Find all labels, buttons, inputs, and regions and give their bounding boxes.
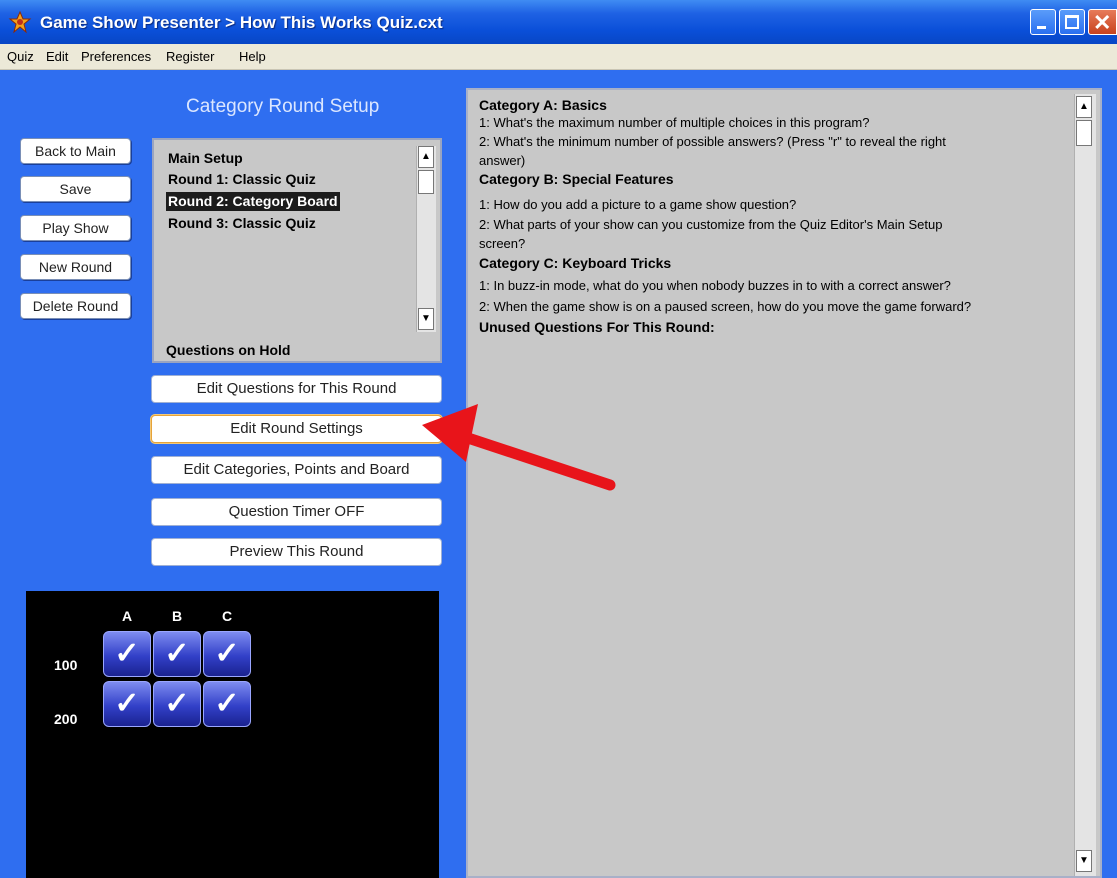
- board-category-b: B: [171, 608, 183, 624]
- save-button[interactable]: Save: [20, 176, 131, 202]
- back-to-main-button[interactable]: Back to Main: [20, 138, 131, 164]
- scroll-down-arrow-icon[interactable]: ▼: [418, 308, 434, 330]
- title-bar: Game Show Presenter > How This Works Qui…: [0, 0, 1117, 44]
- questions-panel[interactable]: Category A: Basics 1: What's the maximum…: [466, 88, 1102, 878]
- board-category-c: C: [221, 608, 233, 624]
- question-line: 2: When the game show is on a paused scr…: [479, 299, 972, 314]
- menu-bar: Quiz Edit Preferences Register Help: [0, 44, 1117, 70]
- app-logo-icon: [8, 10, 32, 34]
- maximize-button[interactable]: [1059, 9, 1085, 35]
- board-tile-check-icon: ✓: [203, 681, 251, 727]
- question-line: 2: What's the minimum number of possible…: [479, 134, 946, 149]
- preview-round-button[interactable]: Preview This Round: [151, 538, 442, 566]
- question-line: 1: How do you add a picture to a game sh…: [479, 197, 797, 212]
- close-icon: ✕: [1093, 10, 1112, 35]
- category-heading: Category A: Basics: [479, 97, 607, 113]
- rounds-list[interactable]: Main Setup Round 1: Classic Quiz Round 2…: [152, 138, 442, 363]
- scroll-up-arrow-icon[interactable]: ▲: [1076, 96, 1092, 118]
- question-line: 2: What parts of your show can you custo…: [479, 217, 943, 232]
- questions-scrollbar[interactable]: ▲ ▼: [1074, 94, 1096, 876]
- menu-help[interactable]: Help: [239, 49, 266, 64]
- board-preview: A B C 100 200 ✓ ✓ ✓ ✓ ✓ ✓: [26, 591, 439, 878]
- round-item-round-1[interactable]: Round 1: Classic Quiz: [166, 170, 318, 189]
- scroll-down-arrow-icon[interactable]: ▼: [1076, 850, 1092, 872]
- play-show-button[interactable]: Play Show: [20, 215, 131, 241]
- board-tile-check-icon: ✓: [103, 681, 151, 727]
- minimize-icon: [1037, 26, 1046, 29]
- round-item-round-3[interactable]: Round 3: Classic Quiz: [166, 214, 318, 233]
- new-round-button[interactable]: New Round: [20, 254, 131, 280]
- edit-round-settings-button[interactable]: Edit Round Settings: [151, 415, 442, 443]
- board-points-200: 200: [54, 711, 78, 727]
- category-heading: Category B: Special Features: [479, 171, 674, 187]
- board-tile-check-icon: ✓: [153, 681, 201, 727]
- board-tile-check-icon: ✓: [103, 631, 151, 677]
- question-line: 1: What's the maximum number of multiple…: [479, 115, 870, 130]
- round-item-main-setup[interactable]: Main Setup: [166, 149, 245, 168]
- question-line: screen?: [479, 236, 526, 251]
- question-line: 1: In buzz-in mode, what do you when nob…: [479, 278, 951, 293]
- menu-edit[interactable]: Edit: [46, 49, 68, 64]
- edit-questions-button[interactable]: Edit Questions for This Round: [151, 375, 442, 403]
- round-item-round-2[interactable]: Round 2: Category Board: [166, 192, 340, 211]
- board-tile-check-icon: ✓: [153, 631, 201, 677]
- questions-on-hold-label[interactable]: Questions on Hold: [166, 342, 290, 358]
- board-category-a: A: [121, 608, 133, 624]
- maximize-icon: [1065, 15, 1079, 29]
- scroll-up-arrow-icon[interactable]: ▲: [418, 146, 434, 168]
- board-tile-check-icon: ✓: [203, 631, 251, 677]
- question-line: answer): [479, 153, 526, 168]
- window-title: Game Show Presenter > How This Works Qui…: [40, 13, 443, 32]
- page-title: Category Round Setup: [186, 96, 380, 117]
- rounds-scrollbar[interactable]: ▲ ▼: [416, 146, 436, 332]
- scroll-thumb[interactable]: [1076, 120, 1092, 146]
- question-timer-button[interactable]: Question Timer OFF: [151, 498, 442, 526]
- category-heading: Unused Questions For This Round:: [479, 319, 715, 335]
- board-points-100: 100: [54, 657, 78, 673]
- menu-preferences[interactable]: Preferences: [81, 49, 151, 64]
- menu-register[interactable]: Register: [166, 49, 214, 64]
- edit-categories-button[interactable]: Edit Categories, Points and Board: [151, 456, 442, 484]
- minimize-button[interactable]: [1030, 9, 1056, 35]
- delete-round-button[interactable]: Delete Round: [20, 293, 131, 319]
- close-button[interactable]: ✕: [1088, 9, 1117, 35]
- menu-quiz[interactable]: Quiz: [7, 49, 34, 64]
- category-heading: Category C: Keyboard Tricks: [479, 255, 672, 271]
- scroll-thumb[interactable]: [418, 170, 434, 194]
